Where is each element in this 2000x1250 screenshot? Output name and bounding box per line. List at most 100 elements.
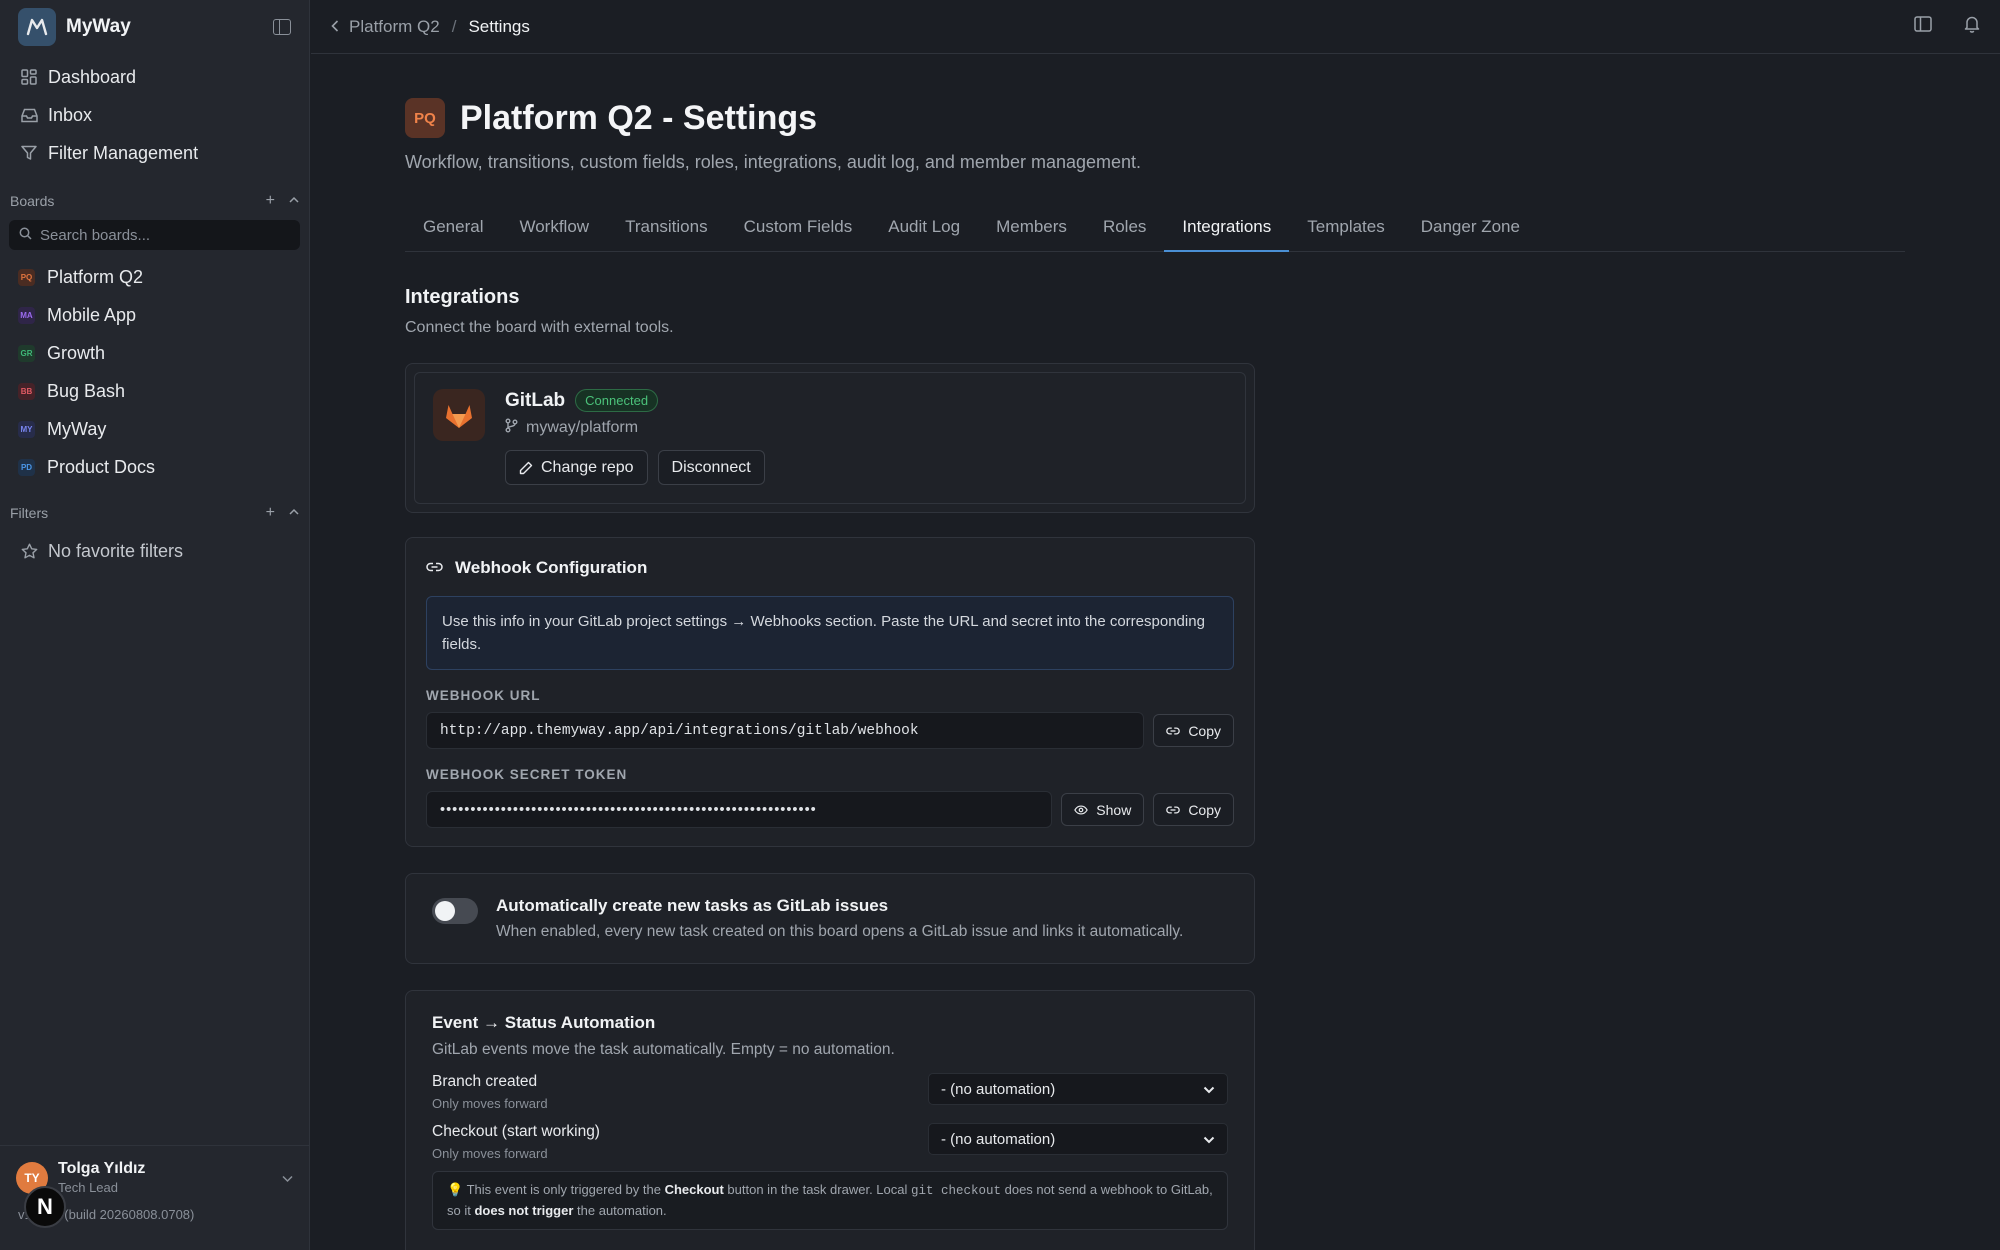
- pencil-icon: [519, 461, 533, 474]
- tab-integrations[interactable]: Integrations: [1164, 211, 1290, 252]
- filter-icon: [20, 144, 38, 162]
- add-filter-icon[interactable]: +: [266, 504, 275, 522]
- board-list: PQ Platform Q2 MA Mobile App GR Growth BB Bug B…: [0, 258, 309, 486]
- automation-subtitle: GitLab events move the task automaticall…: [432, 1041, 895, 1058]
- webhook-title: Webhook Configuration: [455, 558, 648, 577]
- rule-row-branch-created: Branch created Only moves forward - (no …: [432, 1073, 1228, 1111]
- toggle-knob: [435, 901, 455, 921]
- main-content: PQ Platform Q2 - Settings Workflow, tran…: [405, 54, 1905, 1250]
- gitlab-logo-icon: [433, 389, 485, 441]
- board-badge: BB: [18, 382, 35, 400]
- webhook-url-field[interactable]: http://app.themyway.app/api/integrations…: [426, 712, 1145, 749]
- branch-created-select[interactable]: - (no automation): [928, 1073, 1228, 1105]
- nav-filter-label: Filter Management: [48, 142, 199, 163]
- nav-inbox-label: Inbox: [48, 104, 93, 125]
- tab-transitions[interactable]: Transitions: [607, 211, 726, 252]
- gitlab-name: GitLab: [505, 389, 566, 411]
- top-bar: Platform Q2 / Settings: [311, 0, 2000, 54]
- rule-label: Branch created: [432, 1073, 538, 1090]
- note-text-2: button in the task drawer. Local: [723, 1182, 911, 1197]
- breadcrumb-parent[interactable]: Platform Q2: [349, 17, 440, 37]
- board-badge: PQ: [18, 268, 35, 286]
- add-board-icon[interactable]: +: [266, 192, 275, 210]
- gitlab-card: GitLab Connected myway/platform Change r…: [405, 363, 1255, 513]
- breadcrumb: Platform Q2 / Settings: [331, 17, 530, 37]
- checkout-note: 💡 This event is only triggered by the Ch…: [432, 1171, 1228, 1230]
- checkout-select[interactable]: - (no automation): [928, 1123, 1228, 1155]
- filters-heading: Filters: [10, 505, 49, 521]
- board-badge: GR: [18, 344, 35, 362]
- rule-hint: Only moves forward: [432, 1146, 548, 1161]
- note-text-1: This event is only triggered by the: [466, 1182, 665, 1197]
- nav-filter-management[interactable]: Filter Management: [0, 134, 309, 172]
- webhook-secret-field[interactable]: ••••••••••••••••••••••••••••••••••••••••…: [426, 791, 1053, 828]
- collapse-boards-icon[interactable]: [289, 192, 299, 210]
- change-repo-button[interactable]: Change repo: [505, 450, 648, 485]
- sidebar-board-item[interactable]: MA Mobile App: [0, 296, 309, 334]
- webhook-url-label: WEBHOOK URL: [426, 688, 541, 703]
- rule-label: Checkout (start working): [432, 1123, 600, 1140]
- user-name: Tolga Yıldız: [58, 1160, 146, 1177]
- app-logo[interactable]: [18, 8, 56, 46]
- board-label: Growth: [47, 342, 106, 363]
- sidebar-collapse-icon[interactable]: [273, 19, 291, 35]
- sidebar-board-item[interactable]: PQ Platform Q2: [0, 258, 309, 296]
- nav-dashboard[interactable]: Dashboard: [0, 58, 309, 96]
- tab-danger-zone[interactable]: Danger Zone: [1403, 211, 1538, 252]
- settings-tabs: General Workflow Transitions Custom Fields A…: [405, 211, 1905, 252]
- disconnect-button[interactable]: Disconnect: [657, 450, 765, 485]
- sidebar-board-item[interactable]: PD Product Docs: [0, 448, 309, 486]
- copy-secret-button[interactable]: Copy: [1153, 793, 1234, 826]
- board-label: Bug Bash: [47, 380, 126, 401]
- user-role: Tech Lead: [58, 1180, 118, 1195]
- copy-url-button[interactable]: Copy: [1153, 714, 1234, 747]
- breadcrumb-separator: /: [451, 16, 457, 36]
- show-secret-button[interactable]: Show: [1061, 793, 1145, 826]
- board-badge: PD: [18, 458, 35, 476]
- search-icon: [19, 227, 32, 244]
- board-search-input[interactable]: Search boards...: [9, 220, 300, 250]
- webhook-info: Use this info in your GitLab project set…: [426, 596, 1234, 670]
- copy-secret-label: Copy: [1188, 801, 1221, 818]
- bell-icon[interactable]: [1964, 15, 1980, 38]
- webhook-card: Webhook Configuration Use this info in y…: [405, 537, 1255, 847]
- copy-url-label: Copy: [1188, 722, 1221, 739]
- chevron-down-icon[interactable]: [282, 1168, 293, 1188]
- board-badge: MY: [18, 420, 35, 438]
- nav-inbox[interactable]: Inbox: [0, 96, 309, 134]
- dashboard-icon: [20, 68, 38, 86]
- tab-templates[interactable]: Templates: [1289, 211, 1402, 252]
- chevron-down-icon: [1203, 1081, 1215, 1098]
- inbox-icon: [20, 106, 38, 124]
- auto-create-toggle[interactable]: [432, 898, 478, 924]
- tab-audit-log[interactable]: Audit Log: [870, 211, 978, 252]
- logo-icon: [26, 18, 48, 36]
- n-badge[interactable]: N: [24, 1186, 66, 1228]
- board-label: Mobile App: [47, 304, 137, 325]
- eye-icon: [1074, 804, 1089, 815]
- sidebar-board-item[interactable]: BB Bug Bash: [0, 372, 309, 410]
- tab-workflow[interactable]: Workflow: [501, 211, 607, 252]
- tab-members[interactable]: Members: [978, 211, 1085, 252]
- back-chevron-icon[interactable]: [331, 17, 339, 37]
- sidebar-header: MyWay: [0, 0, 309, 54]
- panel-toggle-icon[interactable]: [1914, 16, 1932, 37]
- integrations-title: Integrations: [405, 286, 520, 308]
- tab-custom-fields[interactable]: Custom Fields: [726, 211, 871, 252]
- tab-roles[interactable]: Roles: [1085, 211, 1164, 252]
- show-secret-label: Show: [1096, 801, 1132, 818]
- note-code: git checkout: [910, 1184, 1001, 1198]
- select-value: - (no automation): [941, 1080, 1056, 1098]
- tab-general[interactable]: General: [405, 211, 501, 252]
- select-value: - (no automation): [941, 1130, 1056, 1148]
- star-icon: [20, 542, 38, 560]
- change-repo-label: Change repo: [541, 458, 634, 476]
- sidebar-board-item[interactable]: MY MyWay: [0, 410, 309, 448]
- note-bold-1: Checkout: [664, 1182, 724, 1197]
- breadcrumb-current: Settings: [468, 16, 530, 36]
- collapse-filters-icon[interactable]: [289, 504, 299, 522]
- no-filters-text: No favorite filters: [48, 540, 184, 561]
- link-icon: [1166, 726, 1181, 735]
- sidebar-board-item[interactable]: GR Growth: [0, 334, 309, 372]
- auto-create-title: Automatically create new tasks as GitLab…: [496, 896, 889, 915]
